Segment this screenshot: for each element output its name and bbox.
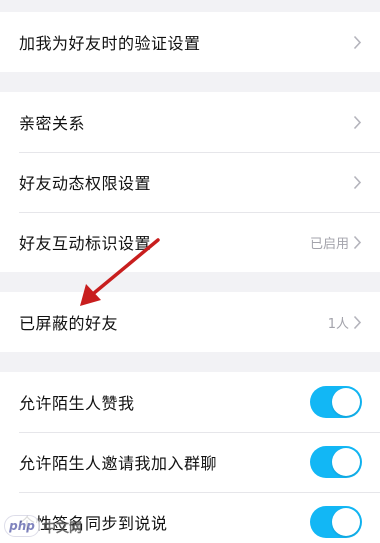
friend-feed-permission-row[interactable]: 好友动态权限设置 xyxy=(0,152,380,212)
signature-sync-toggle[interactable] xyxy=(310,506,362,538)
section-gap xyxy=(0,352,380,372)
chevron-right-icon xyxy=(353,315,362,330)
allow-stranger-like-toggle[interactable] xyxy=(310,386,362,418)
friends-section: 亲密关系 好友动态权限设置 好友互动标识设置 已启用 xyxy=(0,92,380,272)
row-label: 好友互动标识设置 xyxy=(19,234,152,253)
blocked-section: 已屏蔽的好友 1人 xyxy=(0,292,380,352)
watermark-text: 中文网 xyxy=(43,520,83,536)
blocked-count: 1人 xyxy=(327,316,349,332)
verification-section: 加我为好友时的验证设置 xyxy=(0,12,380,72)
intimate-relationship-row[interactable]: 亲密关系 xyxy=(0,92,380,152)
section-gap xyxy=(0,72,380,92)
row-label: 允许陌生人赞我 xyxy=(19,394,135,413)
allow-stranger-group-invite-toggle[interactable] xyxy=(310,446,362,478)
site-watermark: php 中文网 xyxy=(4,515,82,537)
chevron-right-icon xyxy=(353,115,362,130)
row-label: 已屏蔽的好友 xyxy=(19,314,119,333)
friend-verification-settings-row[interactable]: 加我为好友时的验证设置 xyxy=(0,12,380,72)
watermark-logo: php xyxy=(4,515,40,537)
privacy-settings-page: 加我为好友时的验证设置 亲密关系 好友动态权限设置 好友互动标识设置 已启用 已… xyxy=(0,0,380,543)
chevron-right-icon xyxy=(353,235,362,250)
toggle-knob xyxy=(332,508,360,536)
toggle-knob xyxy=(332,388,360,416)
row-label: 允许陌生人邀请我加入群聊 xyxy=(19,454,218,473)
toggle-knob xyxy=(332,448,360,476)
status-value: 已启用 xyxy=(309,236,349,252)
row-label: 加我为好友时的验证设置 xyxy=(19,34,201,53)
section-gap xyxy=(0,272,380,292)
row-label: 好友动态权限设置 xyxy=(19,174,152,193)
chevron-right-icon xyxy=(353,35,362,50)
chevron-right-icon xyxy=(353,175,362,190)
allow-stranger-like-row: 允许陌生人赞我 xyxy=(0,372,380,432)
allow-stranger-group-invite-row: 允许陌生人邀请我加入群聊 xyxy=(0,432,380,492)
friend-interaction-badge-row[interactable]: 好友互动标识设置 已启用 xyxy=(0,212,380,272)
blocked-friends-row[interactable]: 已屏蔽的好友 1人 xyxy=(0,292,380,352)
section-gap xyxy=(0,0,380,12)
row-label: 亲密关系 xyxy=(19,114,86,133)
